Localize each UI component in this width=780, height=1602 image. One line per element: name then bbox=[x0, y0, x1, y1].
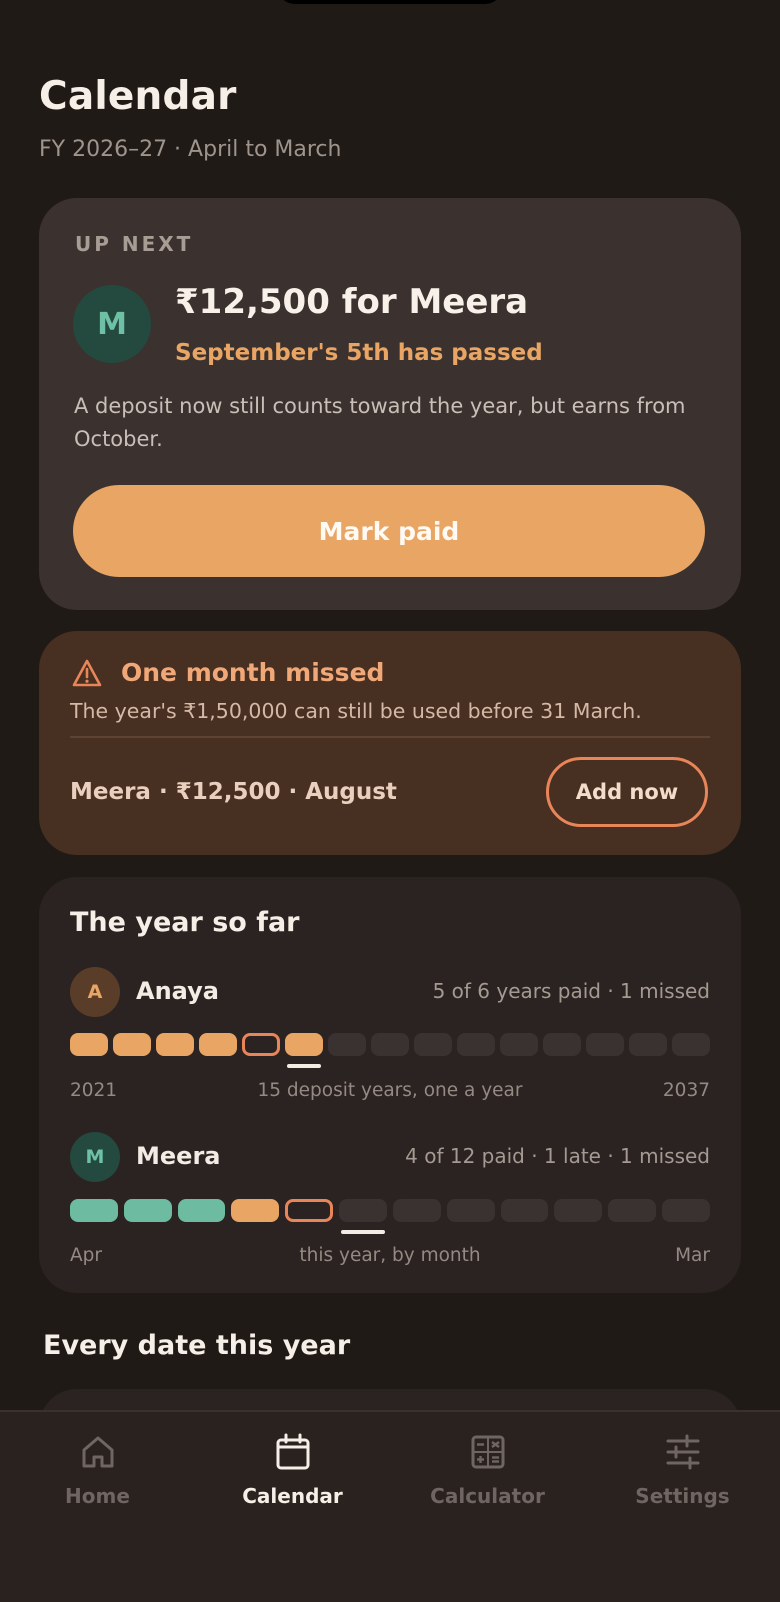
home-icon bbox=[82, 1436, 113, 1468]
missed-body: The year's ₹1,50,000 can still be used b… bbox=[70, 699, 642, 723]
calculator-icon bbox=[471, 1435, 504, 1469]
segment-future bbox=[662, 1199, 710, 1222]
track-axis: Apr this year, by month Mar bbox=[70, 1245, 710, 1269]
segment-future bbox=[500, 1033, 538, 1056]
person-row-meera[interactable]: M Meera 4 of 12 paid · 1 late · 1 missed bbox=[70, 1132, 710, 1184]
segment-future bbox=[392, 1199, 441, 1222]
nav-label: Calculator bbox=[430, 1484, 545, 1508]
axis-end-label: 2037 bbox=[662, 1080, 710, 1101]
add-now-button[interactable]: Add now bbox=[546, 757, 708, 827]
year-so-far-card: The year so far A Anaya 5 of 6 years pai… bbox=[39, 877, 741, 1293]
segment-paid bbox=[285, 1033, 323, 1068]
segment-paid bbox=[70, 1033, 108, 1056]
monthly-track bbox=[70, 1199, 710, 1234]
segment-future bbox=[371, 1033, 409, 1056]
segment-future bbox=[446, 1199, 495, 1222]
every-date-title: Every date this year bbox=[43, 1330, 351, 1361]
nav-label: Home bbox=[65, 1484, 130, 1508]
axis-middle-label: this year, by month bbox=[299, 1245, 481, 1266]
up-next-body: A deposit now still counts toward the ye… bbox=[74, 394, 686, 451]
segment-future bbox=[672, 1033, 710, 1056]
divider bbox=[70, 736, 710, 738]
nav-label: Calendar bbox=[242, 1484, 343, 1508]
segment-future bbox=[629, 1033, 667, 1056]
segment-future bbox=[554, 1199, 603, 1222]
avatar: A bbox=[70, 967, 120, 1017]
device-notch bbox=[277, 0, 503, 4]
axis-start-label: 2021 bbox=[70, 1080, 118, 1101]
nav-settings[interactable]: Settings bbox=[585, 1432, 780, 1522]
nav-label: Settings bbox=[635, 1484, 730, 1508]
mark-paid-button[interactable]: Mark paid bbox=[73, 485, 705, 577]
up-next-eyebrow: UP NEXT bbox=[75, 232, 194, 256]
deposit-years-track bbox=[70, 1033, 710, 1068]
segment-paid bbox=[177, 1199, 226, 1222]
person-name: Meera bbox=[136, 1142, 221, 1170]
up-next-card: UP NEXT M ₹12,500 for Meera September's … bbox=[39, 198, 741, 610]
segment-future bbox=[339, 1199, 387, 1234]
nav-calendar[interactable]: Calendar bbox=[195, 1432, 390, 1522]
nav-calculator[interactable]: Calculator bbox=[390, 1432, 585, 1522]
segment-future bbox=[608, 1199, 657, 1222]
segment-paid bbox=[199, 1033, 237, 1056]
segment-future bbox=[414, 1033, 452, 1056]
segment-future bbox=[328, 1033, 366, 1056]
avatar: M bbox=[70, 1132, 120, 1182]
segment-future bbox=[457, 1033, 495, 1056]
segment-future bbox=[500, 1199, 549, 1222]
segment-future bbox=[543, 1033, 581, 1056]
page-title: Calendar bbox=[39, 74, 237, 119]
missed-title: One month missed bbox=[121, 658, 385, 687]
person-stats: 4 of 12 paid · 1 late · 1 missed bbox=[405, 1144, 710, 1168]
bottom-navigation: Home Calendar Calculator Settings bbox=[0, 1410, 780, 1602]
sliders-icon bbox=[666, 1434, 699, 1470]
axis-middle-label: 15 deposit years, one a year bbox=[257, 1080, 523, 1101]
track-axis: 2021 15 deposit years, one a year 2037 bbox=[70, 1080, 710, 1104]
warning-triangle-icon bbox=[72, 659, 102, 687]
calendar-icon bbox=[276, 1433, 309, 1470]
page-subtitle: FY 2026–27 · April to March bbox=[39, 137, 342, 162]
segment-paid bbox=[123, 1199, 172, 1222]
segment-late bbox=[231, 1199, 280, 1222]
person-row-anaya[interactable]: A Anaya 5 of 6 years paid · 1 missed bbox=[70, 967, 710, 1019]
segment-paid bbox=[70, 1199, 118, 1222]
avatar: M bbox=[73, 285, 151, 363]
up-next-status: September's 5th has passed bbox=[175, 340, 543, 366]
segment-paid bbox=[113, 1033, 151, 1056]
axis-start-label: Apr bbox=[70, 1245, 103, 1266]
segment-future bbox=[586, 1033, 624, 1056]
person-stats: 5 of 6 years paid · 1 missed bbox=[432, 979, 710, 1003]
up-next-amount: ₹12,500 for Meera bbox=[175, 282, 529, 322]
nav-home[interactable]: Home bbox=[0, 1432, 195, 1522]
missed-item: Meera · ₹12,500 · August bbox=[70, 779, 397, 805]
missed-month-card: One month missed The year's ₹1,50,000 ca… bbox=[39, 631, 741, 855]
segment-paid bbox=[156, 1033, 194, 1056]
segment-missed bbox=[285, 1199, 334, 1222]
person-name: Anaya bbox=[136, 977, 219, 1005]
year-so-far-title: The year so far bbox=[70, 907, 300, 938]
segment-missed bbox=[242, 1033, 280, 1056]
axis-end-label: Mar bbox=[675, 1245, 710, 1266]
